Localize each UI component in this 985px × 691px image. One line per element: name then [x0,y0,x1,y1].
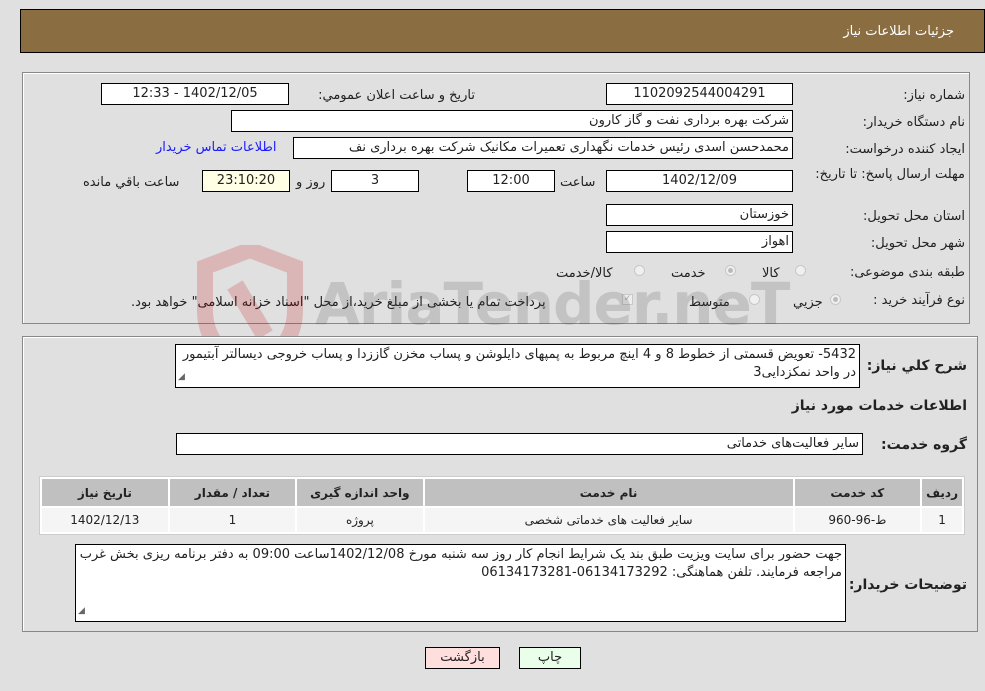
requester-label: ايجاد کننده درخواست: [845,142,965,157]
buyer-org-label: نام دستگاه خريدار: [862,115,965,130]
deadline-label: مهلت ارسال پاسخ: تا تاريخ: [815,167,965,182]
table-header-row: رديف کد خدمت نام خدمت واحد اندازه گیری ت… [42,479,962,506]
buyer-notes-textarea[interactable]: جهت حضور برای سایت ویزیت طبق بند یک شرای… [75,544,846,622]
service-group-field: سایر فعالیت‌های خدماتی [176,433,863,455]
col-row-number: رديف [922,479,962,506]
col-service-name: نام خدمت [424,479,793,506]
purchase-type-label: نوع فرآيند خريد : [873,293,965,308]
city-field: اهواز [606,231,793,253]
cell-quantity: 1 [169,508,296,532]
col-need-date: تاريخ نياز [42,479,168,506]
cell-service-name: سایر فعالیت های خدماتی شخصی [424,508,793,532]
description-text: 5432- تعویض قسمتی از خطوط 8 و 4 اینچ مرب… [182,347,856,380]
category-option-goods-service: کالا/خدمت [556,266,613,281]
col-quantity: تعداد / مقدار [169,479,296,506]
category-radio-service[interactable] [725,265,736,276]
city-label: شهر محل تحویل: [870,236,965,251]
cell-service-code: ط-96-960 [794,508,921,532]
deadline-date-field: 1402/12/09 [606,170,793,192]
category-label: طبقه بندی موضوعی: [849,265,965,280]
treasury-checkbox[interactable]: ✓ [622,294,633,305]
description-textarea[interactable]: 5432- تعویض قسمتی از خطوط 8 و 4 اینچ مرب… [175,344,860,388]
buyer-contact-link[interactable]: اطلاعات تماس خريدار [156,140,276,155]
requester-field: محمدحسن اسدی رئیس خدمات نگهداری تعمیرات … [293,137,793,159]
purchase-type-option-medium: متوسط [689,295,730,310]
services-section-title: اطلاعات خدمات مورد نياز [791,398,967,414]
category-option-goods: کالا [762,266,780,281]
purchase-type-radio-minor[interactable] [830,294,841,305]
back-button[interactable]: بازگشت [425,647,500,669]
category-radio-goods-service[interactable] [634,265,645,276]
purchase-type-radio-medium[interactable] [749,294,760,305]
category-radio-goods[interactable] [795,265,806,276]
time-remaining-field: 23:10:20 [202,170,290,192]
category-option-service: خدمت [671,266,706,281]
service-group-label: گروه خدمت: [881,437,967,453]
description-label: شرح کلي نياز: [866,358,967,374]
province-label: استان محل تحویل: [863,209,965,224]
cell-unit: پروژه [297,508,423,532]
announce-datetime-field: 1402/12/05 - 12:33 [101,83,289,105]
deadline-time-label: ساعت [560,175,596,190]
purchase-type-option-minor: جزيي [793,295,823,310]
buyer-notes-text: جهت حضور برای سایت ویزیت طبق بند یک شرای… [79,547,842,580]
table-row: 1 ط-96-960 سایر فعالیت های خدماتی شخصی پ… [42,508,962,532]
page-header: جزئیات اطلاعات نیاز [20,9,985,53]
page-title: جزئیات اطلاعات نیاز [843,24,954,39]
print-button[interactable]: چاپ [519,647,581,669]
treasury-note: پرداخت تمام یا بخشی از مبلغ خرید،از محل … [131,295,546,310]
services-table-wrapper: رديف کد خدمت نام خدمت واحد اندازه گیری ت… [39,476,965,535]
province-field: خوزستان [606,204,793,226]
resize-grip-icon[interactable]: ◢ [78,602,85,620]
cell-need-date: 1402/12/13 [42,508,168,532]
need-number-field: 1102092544004291 [606,83,793,105]
need-number-label: شماره نیاز: [903,88,965,103]
col-service-code: کد خدمت [794,479,921,506]
time-remaining-label: ساعت باقي مانده [83,175,180,190]
days-label: روز و [296,175,326,190]
days-remaining-field: 3 [331,170,419,192]
buyer-org-field: شرکت بهره برداری نفت و گاز کارون [231,110,793,132]
deadline-time-field: 12:00 [467,170,555,192]
cell-row-number: 1 [922,508,962,532]
buyer-notes-label: توضيحات خريدار: [848,577,967,593]
resize-grip-icon[interactable]: ◢ [178,368,185,386]
col-unit: واحد اندازه گیری [297,479,423,506]
announce-datetime-label: تاريخ و ساعت اعلان عمومي: [318,88,475,103]
services-table: رديف کد خدمت نام خدمت واحد اندازه گیری ت… [39,476,965,535]
